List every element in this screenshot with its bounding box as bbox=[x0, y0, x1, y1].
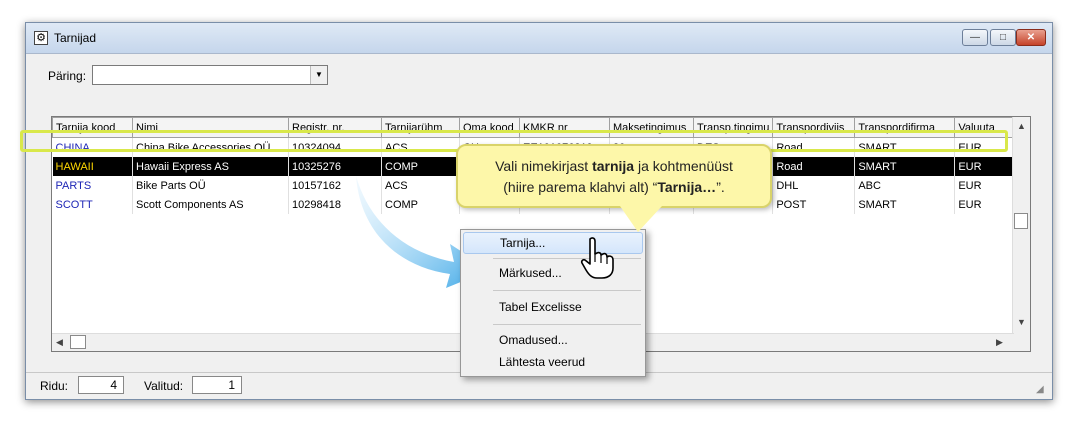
scroll-up-icon[interactable]: ▲ bbox=[1017, 121, 1026, 131]
hand-cursor-icon bbox=[580, 237, 614, 279]
cell-currency: EUR bbox=[954, 157, 1016, 176]
menu-item-properties[interactable]: Omadused... bbox=[463, 329, 643, 351]
menu-separator bbox=[493, 290, 641, 291]
context-menu: Tarnija... Märkused... Tabel Excelisse O… bbox=[460, 229, 646, 377]
scroll-down-icon[interactable]: ▼ bbox=[1017, 317, 1026, 327]
cell-transport-mode: POST bbox=[772, 195, 856, 214]
scroll-left-icon[interactable]: ◀ bbox=[56, 337, 63, 348]
column-header[interactable]: KMKR nr bbox=[519, 117, 610, 138]
app-gear-icon: ⚙ bbox=[34, 31, 48, 45]
column-header[interactable]: Transp.tingimu bbox=[692, 117, 774, 138]
cell-group: ACS bbox=[381, 176, 460, 195]
column-header[interactable]: Maksetingimus bbox=[609, 117, 694, 138]
cell-name: China Bike Accessories OÜ bbox=[132, 137, 289, 157]
menu-item-export-excel[interactable]: Tabel Excelisse bbox=[463, 296, 643, 318]
column-header[interactable]: Nimi bbox=[132, 117, 289, 138]
cell-carrier: SMART bbox=[854, 195, 956, 214]
cell-carrier: SMART bbox=[854, 137, 956, 157]
minimize-button[interactable]: — bbox=[962, 29, 988, 46]
column-header[interactable]: Transpordiviis bbox=[772, 117, 856, 138]
table-header-row: Tarnija kood Nimi Registr. nr. Tarnijarü… bbox=[52, 117, 1016, 138]
column-header[interactable]: Oma kood bbox=[459, 117, 520, 138]
callout-text: (hiire parema klahvi alt) “ bbox=[503, 179, 658, 195]
cell-transport-mode: DHL bbox=[772, 176, 856, 195]
callout-bold-supplier: tarnija bbox=[592, 158, 635, 174]
cell-transport-mode: Road bbox=[772, 157, 856, 176]
menu-item-supplier[interactable]: Tarnija... bbox=[463, 232, 643, 254]
cell-transport-mode: Road bbox=[772, 137, 856, 157]
column-header[interactable]: Valuuta bbox=[954, 117, 1016, 138]
cell-reg-no: 10298418 bbox=[288, 195, 382, 214]
selected-count-label: Valitud: bbox=[144, 379, 184, 393]
resize-grip-icon[interactable]: ◢ bbox=[1036, 384, 1048, 396]
selected-count-value: 1 bbox=[192, 376, 242, 394]
callout-text: ja kohtmenüüst bbox=[634, 158, 733, 174]
column-header[interactable]: Registr. nr. bbox=[288, 117, 382, 138]
cell-group: COMP bbox=[381, 195, 460, 214]
cell-supplier-code: PARTS bbox=[52, 176, 133, 195]
cell-carrier: ABC bbox=[854, 176, 956, 195]
callout-tail bbox=[620, 206, 662, 232]
callout-text: Vali nimekirjast bbox=[495, 158, 593, 174]
maximize-button[interactable]: □ bbox=[990, 29, 1016, 46]
column-header[interactable]: Tarnija kood bbox=[52, 117, 133, 138]
cell-name: Bike Parts OÜ bbox=[132, 176, 289, 195]
menu-separator bbox=[493, 324, 641, 325]
query-label: Päring: bbox=[48, 69, 87, 83]
chevron-down-icon[interactable]: ▼ bbox=[310, 66, 327, 84]
column-header[interactable]: Transpordifirma bbox=[854, 117, 956, 138]
title-bar[interactable]: ⚙ Tarnijad — □ ✕ bbox=[26, 23, 1052, 54]
cell-reg-no: 10325276 bbox=[288, 157, 382, 176]
menu-item-notes[interactable]: Märkused... bbox=[463, 262, 643, 284]
callout-text: ”. bbox=[716, 179, 725, 195]
window-title: Tarnijad bbox=[54, 31, 97, 45]
scroll-right-icon[interactable]: ▶ bbox=[996, 337, 1003, 348]
cell-name: Scott Components AS bbox=[132, 195, 289, 214]
cell-supplier-code: HAWAII bbox=[52, 157, 133, 176]
menu-separator bbox=[493, 258, 641, 259]
column-header[interactable]: Tarnijarühm bbox=[381, 117, 460, 138]
rows-count-label: Ridu: bbox=[40, 379, 69, 393]
cell-group: ACS bbox=[381, 137, 460, 157]
query-combobox[interactable]: ▼ bbox=[92, 65, 328, 85]
cell-supplier-code: CHINA bbox=[52, 137, 133, 157]
rows-count-value: 4 bbox=[78, 376, 124, 394]
cell-currency: EUR bbox=[954, 137, 1016, 157]
cell-currency: EUR bbox=[954, 195, 1016, 214]
instruction-callout: Vali nimekirjast tarnija ja kohtmenüüst … bbox=[456, 144, 772, 208]
cell-supplier-code: SCOTT bbox=[52, 195, 133, 214]
horizontal-scroll-thumb[interactable] bbox=[70, 335, 86, 349]
close-button[interactable]: ✕ bbox=[1016, 29, 1046, 46]
vertical-scrollbar[interactable]: ▲ ▼ bbox=[1012, 117, 1030, 351]
callout-bold-menu-item: Tarnija… bbox=[657, 179, 717, 195]
cell-currency: EUR bbox=[954, 176, 1016, 195]
vertical-scroll-thumb[interactable] bbox=[1014, 213, 1028, 229]
cell-reg-no: 10157162 bbox=[288, 176, 382, 195]
cell-name: Hawaii Express AS bbox=[132, 157, 289, 176]
cell-carrier: SMART bbox=[854, 157, 956, 176]
menu-item-reset-columns[interactable]: Lähtesta veerud bbox=[463, 351, 643, 373]
cell-group: COMP bbox=[381, 157, 460, 176]
cell-reg-no: 10324094 bbox=[288, 137, 382, 157]
